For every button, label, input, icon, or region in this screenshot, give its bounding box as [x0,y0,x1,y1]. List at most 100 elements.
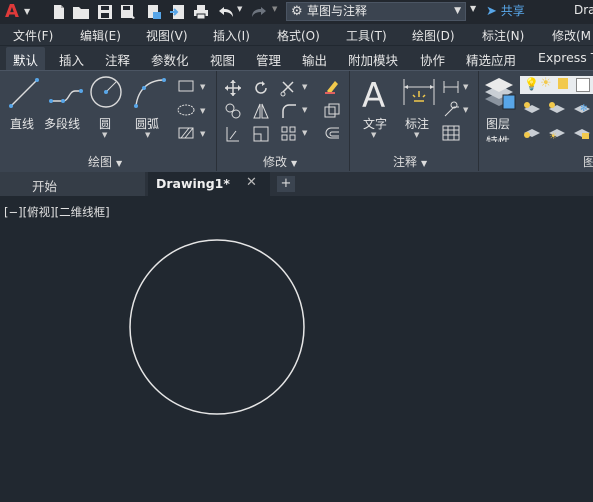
panel-divider [349,71,350,171]
hatch-icon[interactable] [177,126,195,140]
fillet-icon[interactable] [280,102,298,120]
undo-dropdown-icon[interactable]: ▼ [237,5,242,13]
layer-lock-icon[interactable] [572,125,592,141]
fillet-dropdown-icon[interactable]: ▼ [302,106,307,114]
plot-icon[interactable] [169,3,187,21]
save-as-icon[interactable] [119,3,137,21]
print-icon[interactable] [192,3,210,21]
table-icon[interactable] [442,125,460,141]
scale-icon[interactable] [252,125,270,143]
new-file-icon[interactable] [50,3,68,21]
menu-insert[interactable]: 插入(I) [213,27,250,44]
app-menu-button[interactable]: A ▼ [5,1,30,22]
workspace-switcher[interactable]: ⚙ 草图与注释 ▼ [286,2,466,21]
customize-qat-icon[interactable]: ▼ [470,4,476,13]
tab-view[interactable]: 视图 [210,50,235,69]
circle-dropdown-icon[interactable]: ▼ [102,131,107,139]
modify-panel-title[interactable]: 修改 ▼ [263,153,297,170]
gear-icon: ⚙ [291,4,303,19]
text-icon[interactable]: A [360,75,390,111]
line-label[interactable]: 直线 [10,115,34,132]
save-icon[interactable] [96,3,114,21]
drawn-circle[interactable] [129,239,305,415]
tab-express-tools[interactable]: Express T [538,50,593,65]
rectangle-dropdown-icon[interactable]: ▼ [200,83,205,91]
tab-output[interactable]: 输出 [302,50,327,69]
menu-format[interactable]: 格式(O) [277,27,320,44]
layer-freeze-icon[interactable]: ✻ [572,101,592,117]
open-folder-icon[interactable] [72,3,90,21]
layer-properties-label[interactable]: 图层 [486,115,510,132]
tab-drawing1[interactable]: Drawing1* ✕ [148,172,270,196]
layer-dropdown[interactable]: 💡 ☀ [520,76,593,94]
linear-dimension-dropdown-icon[interactable]: ▼ [463,83,468,91]
tab-manage[interactable]: 管理 [256,50,281,69]
linear-dimension-icon[interactable] [442,79,460,95]
tab-start[interactable]: 开始 [0,172,145,196]
arc-icon[interactable] [133,77,167,109]
layers-panel-title[interactable]: 图 [583,153,593,170]
arc-dropdown-icon[interactable]: ▼ [145,131,150,139]
leader-dropdown-icon[interactable]: ▼ [463,106,468,114]
arc-label[interactable]: 圆弧 [135,115,159,132]
menu-tools[interactable]: 工具(T) [346,27,387,44]
dimension-dropdown-icon[interactable]: ▼ [414,131,419,139]
rotate-icon[interactable] [252,79,270,97]
undo-icon[interactable] [217,3,235,21]
erase-icon[interactable] [323,77,341,95]
polyline-icon[interactable] [48,81,84,107]
polyline-label[interactable]: 多段线 [44,115,80,132]
offset-icon[interactable] [323,125,341,143]
menu-modify[interactable]: 修改(M [552,27,591,44]
dimension-label[interactable]: 标注 [405,115,429,132]
menu-file[interactable]: 文件(F) [13,27,53,44]
explode-icon[interactable] [323,102,341,120]
redo-icon[interactable] [250,3,268,21]
layer-properties-label-2[interactable]: 特性 [486,133,510,142]
annotation-panel-title[interactable]: 注释 ▼ [393,153,427,170]
ellipse-dropdown-icon[interactable]: ▼ [200,107,205,115]
redo-dropdown-icon[interactable]: ▼ [272,5,277,13]
copy-icon[interactable] [224,102,242,120]
tab-featured-apps[interactable]: 精选应用 [466,50,516,69]
circle-label[interactable]: 圆 [99,115,111,132]
ellipse-icon[interactable] [177,103,195,117]
line-icon[interactable] [8,77,40,109]
rectangle-icon[interactable] [177,79,195,93]
tab-addins[interactable]: 附加模块 [348,50,398,69]
annotation-panel-title-text: 注释 [393,155,418,169]
text-dropdown-icon[interactable]: ▼ [371,131,376,139]
trim-dropdown-icon[interactable]: ▼ [302,83,307,91]
mirror-icon[interactable] [252,102,270,120]
layer-on-icon[interactable] [522,125,542,141]
leader-icon[interactable] [442,101,460,119]
text-label[interactable]: 文字 [363,115,387,132]
close-icon[interactable]: ✕ [246,175,257,190]
move-icon[interactable] [224,79,242,97]
stretch-icon[interactable] [224,125,242,143]
share-button[interactable]: ➤ 共享 [486,2,525,21]
circle-icon[interactable] [89,75,123,109]
layer-off-icon[interactable] [522,101,542,117]
tab-parametric[interactable]: 参数化 [151,50,189,69]
array-dropdown-icon[interactable]: ▼ [302,129,307,137]
draw-panel-title[interactable]: 绘图 ▼ [88,153,122,170]
menu-edit[interactable]: 编辑(E) [80,27,121,44]
array-icon[interactable] [280,125,298,143]
dimension-icon[interactable] [402,77,436,109]
layer-thaw-icon[interactable]: ☀ [547,125,567,141]
drawing-canvas[interactable]: [−][俯视][二维线框] [0,196,593,502]
tab-collaborate[interactable]: 协作 [420,50,445,69]
layer-properties-icon[interactable] [483,77,517,111]
new-tab-button[interactable]: + [277,176,295,192]
publish-icon[interactable] [145,3,163,21]
hatch-dropdown-icon[interactable]: ▼ [200,130,205,138]
chevron-down-icon: ▼ [291,159,298,168]
layer-isolate-icon[interactable] [547,101,567,117]
tab-insert[interactable]: 插入 [59,50,84,69]
trim-icon[interactable] [280,79,298,97]
menu-dimension[interactable]: 标注(N) [482,27,524,44]
menu-draw[interactable]: 绘图(D) [412,27,455,44]
tab-annotate[interactable]: 注释 [105,50,130,69]
menu-view[interactable]: 视图(V) [146,27,188,44]
